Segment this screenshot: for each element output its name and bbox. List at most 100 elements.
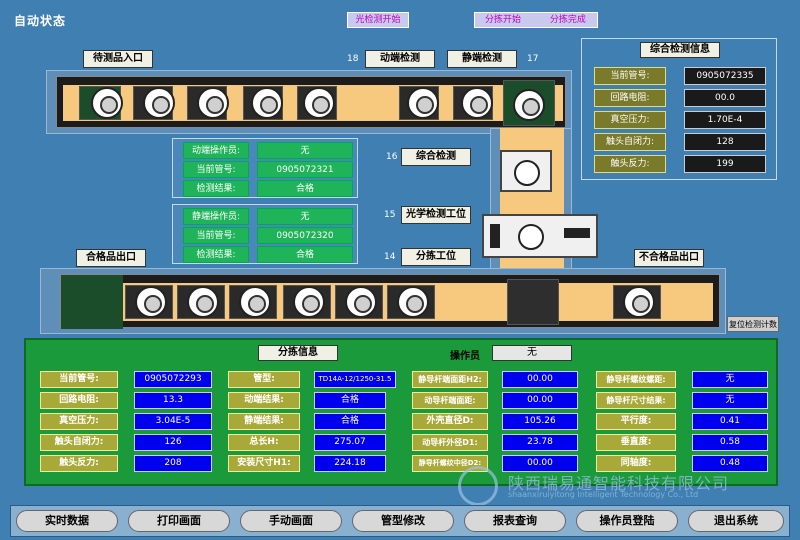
reset-count-button[interactable]: 复位检测计数	[727, 316, 779, 332]
sort-close-force-label: 触头自闭力:	[40, 434, 118, 451]
sort-static-result-value: 合格	[314, 413, 386, 430]
sort-parallelism-label: 平行度:	[596, 413, 676, 430]
pass-exit-label: 合格品出口	[76, 249, 146, 267]
sort-info-panel: 分拣信息 操作员 无 当前管号: 0905072293 回路电阻: 13.3 真…	[24, 338, 778, 486]
composite-info-title: 综合检测信息	[640, 42, 720, 58]
sort-perpendicularity-label: 垂直度:	[596, 434, 676, 451]
sort-resistance-value: 13.3	[134, 392, 212, 409]
vacuum-tube-icon	[135, 286, 167, 318]
vacuum-tube-icon	[513, 89, 545, 121]
watermark-company-en: shaanxiruiyitong Intelligent Technology …	[508, 490, 699, 499]
vacuum-tube-icon	[397, 286, 429, 318]
station-number-16: 16	[386, 152, 398, 162]
nav-tube-type-edit-button[interactable]: 管型修改	[352, 510, 454, 532]
sort-vacuum-label: 真空压力:	[40, 413, 118, 430]
sort-dynamic-rod-od-label: 动导杆外径D1:	[412, 434, 488, 451]
vacuum-tube-icon	[518, 224, 544, 250]
static-result-value: 合格	[257, 246, 353, 263]
dynamic-operator-value: 无	[257, 142, 353, 159]
vacuum-tube-icon	[91, 87, 123, 119]
vacuum-tube-icon	[187, 286, 219, 318]
composite-reaction-force-label: 触头反力:	[594, 155, 666, 173]
dynamic-operator-label: 动端操作员:	[183, 142, 249, 159]
sort-start-label[interactable]: 分拣开始	[485, 15, 521, 25]
composite-vacuum-value: 1.70E-4	[684, 111, 766, 129]
nav-operator-login-button[interactable]: 操作员登陆	[576, 510, 678, 532]
sort-station-label: 分拣工位	[401, 248, 471, 266]
sort-total-length-label: 总长H:	[228, 434, 300, 451]
camera-icon	[564, 228, 590, 238]
light-detect-start-button[interactable]: 光检测开始	[347, 12, 409, 28]
composite-close-force-label: 触头自闭力:	[594, 133, 666, 151]
sort-resistance-label: 回路电阻:	[40, 392, 118, 409]
bottom-conveyor	[60, 274, 720, 329]
composite-detector	[500, 150, 552, 192]
static-operator-value: 无	[257, 208, 353, 225]
sort-info-title: 分拣信息	[258, 345, 338, 361]
sort-static-rod-size-result-value: 无	[692, 392, 768, 409]
vacuum-tube-icon	[623, 286, 655, 318]
sort-thread-pitch-value: 无	[692, 371, 768, 388]
sort-static-rod-distance-label: 静导杆端面距H2:	[412, 371, 488, 388]
composite-reaction-force-value: 199	[684, 155, 766, 173]
composite-tube-no-value: 0905072335	[684, 67, 766, 85]
nav-manual-screen-button[interactable]: 手动画面	[240, 510, 342, 532]
fail-exit-label: 不合格品出口	[634, 249, 704, 267]
vacuum-tube-icon	[143, 87, 175, 119]
sort-install-size-label: 安装尺寸H1:	[228, 455, 300, 472]
sort-static-rod-size-result-label: 静导杆尺寸结果:	[596, 392, 676, 409]
sort-reaction-force-label: 触头反力:	[40, 455, 118, 472]
sort-gripper	[507, 279, 559, 325]
top-conveyor	[56, 76, 566, 128]
sort-status-bar: 分拣开始 分拣完成	[474, 12, 598, 28]
optical-detector	[482, 214, 598, 258]
nav-print-screen-button[interactable]: 打印画面	[128, 510, 230, 532]
nav-realtime-data-button[interactable]: 实时数据	[16, 510, 118, 532]
dynamic-tube-no-label: 当前管号:	[183, 161, 249, 178]
station-number-18: 18	[347, 54, 359, 64]
static-operator-label: 静端操作员:	[183, 208, 249, 225]
screen-title: 自动状态	[14, 14, 67, 28]
dynamic-result-label: 检测结果:	[183, 180, 249, 197]
vacuum-tube-icon	[407, 87, 439, 119]
sort-done-label[interactable]: 分拣完成	[550, 15, 586, 25]
composite-info-panel: 综合检测信息 当前管号: 0905072335 回路电阻: 00.0 真空压力:…	[581, 38, 777, 180]
composite-detect-label: 综合检测	[401, 148, 471, 166]
vacuum-tube-icon	[197, 87, 229, 119]
sort-thread-pitch-label: 静导杆螺纹螺距:	[596, 371, 676, 388]
sort-tube-no-value: 0905072293	[134, 371, 212, 388]
composite-resistance-value: 00.0	[684, 89, 766, 107]
sort-install-size-value: 224.18	[314, 455, 386, 472]
dynamic-tube-no-value: 0905072321	[257, 161, 353, 178]
sort-close-force-value: 126	[134, 434, 212, 451]
sort-perpendicularity-value: 0.58	[692, 434, 768, 451]
station-number-17: 17	[527, 54, 539, 64]
station-number-14: 14	[384, 252, 396, 262]
vacuum-tube-icon	[514, 160, 540, 186]
sort-dynamic-result-value: 合格	[314, 392, 386, 409]
vacuum-tube-icon	[461, 87, 493, 119]
vacuum-tube-icon	[251, 87, 283, 119]
optical-detect-label: 光学检测工位	[401, 206, 471, 224]
sort-reaction-force-value: 208	[134, 455, 212, 472]
static-result-label: 检测结果:	[183, 246, 249, 263]
sort-dynamic-rod-od-value: 23.78	[502, 434, 578, 451]
nav-report-query-button[interactable]: 报表查询	[464, 510, 566, 532]
composite-resistance-label: 回路电阻:	[594, 89, 666, 107]
sort-total-length-value: 275.07	[314, 434, 386, 451]
static-tube-no-value: 0905072320	[257, 227, 353, 244]
composite-tube-no-label: 当前管号:	[594, 67, 666, 85]
sort-dynamic-rod-distance-value: 00.00	[502, 392, 578, 409]
composite-vacuum-label: 真空压力:	[594, 111, 666, 129]
vacuum-tube-icon	[303, 87, 335, 119]
dynamic-result-value: 合格	[257, 180, 353, 197]
bottom-conveyor-end	[61, 275, 123, 329]
composite-close-force-value: 128	[684, 133, 766, 151]
dynamic-info-box: 动端操作员: 无 当前管号: 0905072321 检测结果: 合格	[172, 138, 358, 198]
sort-parallelism-value: 0.41	[692, 413, 768, 430]
vacuum-tube-icon	[239, 286, 271, 318]
static-info-box: 静端操作员: 无 当前管号: 0905072320 检测结果: 合格	[172, 204, 358, 264]
entry-label: 待测品入口	[83, 50, 153, 68]
nav-exit-system-button[interactable]: 退出系统	[688, 510, 784, 532]
static-detect-label: 静端检测	[447, 50, 517, 68]
